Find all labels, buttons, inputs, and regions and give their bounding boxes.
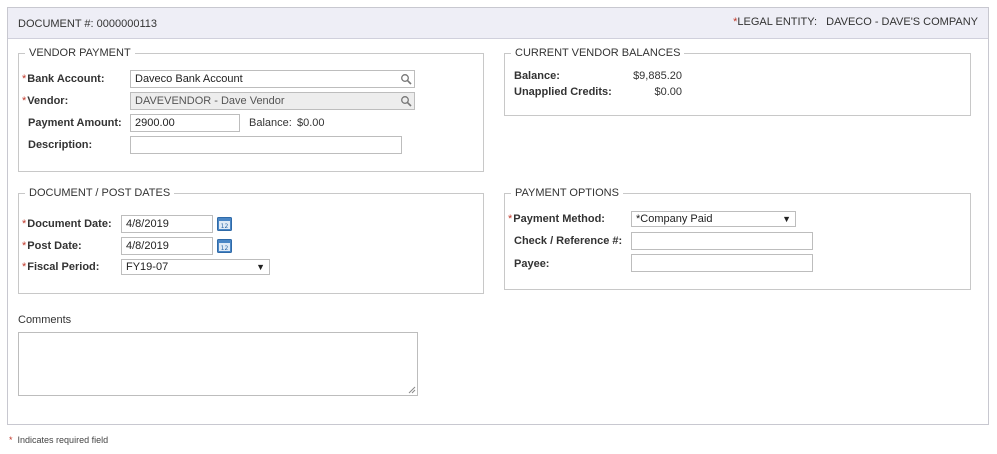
post-date-label: *Post Date: [22, 240, 82, 252]
search-icon[interactable] [400, 95, 412, 107]
comments-textarea[interactable] [18, 332, 418, 396]
legal-entity-value: DAVECO - DAVE'S COMPANY [826, 16, 978, 28]
chevron-down-icon: ▼ [256, 262, 265, 272]
payment-amount-label: Payment Amount: [28, 117, 122, 129]
payee-input[interactable] [631, 254, 813, 272]
post-date-label-text: Post Date: [27, 240, 82, 252]
document-number-value: 0000000113 [96, 18, 158, 30]
svg-text:12: 12 [221, 245, 229, 252]
cvb-balance-label: Balance: [514, 70, 560, 82]
fiscal-period-label: *Fiscal Period: [22, 261, 99, 273]
payment-method-label-text: Payment Method: [513, 213, 605, 225]
current-vendor-balances-legend: CURRENT VENDOR BALANCES [515, 47, 681, 59]
check-reference-label: Check / Reference #: [514, 235, 623, 247]
comments-label: Comments [18, 314, 72, 326]
fiscal-period-label-text: Fiscal Period: [27, 261, 100, 273]
required-marker: * [9, 435, 13, 445]
payment-method-label: *Payment Method: [508, 213, 605, 225]
vendor-label-text: Vendor: [27, 95, 69, 107]
document-number-line: DOCUMENT #: 0000000113 [18, 18, 157, 30]
svg-text:12: 12 [221, 223, 229, 230]
bank-account-label-text: Bank Account: [27, 73, 105, 85]
post-date-input[interactable]: 4/8/2019 [121, 237, 213, 255]
required-marker: * [22, 261, 27, 273]
legal-entity-line: *LEGAL ENTITY: DAVECO - DAVE'S COMPANY [733, 16, 978, 28]
document-date-label: *Document Date: [22, 218, 112, 230]
payment-options-legend: PAYMENT OPTIONS [515, 187, 619, 199]
document-post-dates-legend: DOCUMENT / POST DATES [29, 187, 171, 199]
bank-account-value: Daveco Bank Account [135, 73, 243, 85]
payment-method-value: *Company Paid [636, 213, 713, 225]
required-marker: * [22, 95, 27, 107]
calendar-icon[interactable]: 12 [217, 216, 232, 231]
required-field-note-text: Indicates required field [17, 435, 109, 445]
unapplied-credits-value: $0.00 [654, 86, 682, 98]
document-date-input[interactable]: 4/8/2019 [121, 215, 213, 233]
search-icon[interactable] [400, 73, 412, 85]
resize-handle-icon[interactable] [408, 386, 416, 394]
description-label: Description: [28, 139, 93, 151]
cvb-balance-value: $9,885.20 [633, 70, 682, 82]
document-number-label: DOCUMENT #: [18, 18, 94, 30]
unapplied-credits-label: Unapplied Credits: [514, 86, 612, 98]
document-post-dates-section: DOCUMENT / POST DATES [18, 187, 484, 294]
payee-label: Payee: [514, 258, 550, 270]
document-date-label-text: Document Date: [27, 218, 112, 230]
chevron-down-icon: ▼ [782, 214, 791, 224]
payment-method-select[interactable]: *Company Paid ▼ [631, 211, 796, 227]
payment-amount-input[interactable]: 2900.00 [130, 114, 240, 132]
vendor-label: *Vendor: [22, 95, 68, 107]
bank-account-field[interactable]: Daveco Bank Account [130, 70, 415, 88]
required-field-note: * Indicates required field [9, 435, 108, 445]
document-header: DOCUMENT #: 0000000113 *LEGAL ENTITY: DA… [8, 8, 988, 39]
required-marker: * [22, 73, 27, 85]
fiscal-period-value: FY19-07 [126, 261, 169, 273]
required-marker: * [22, 218, 27, 230]
required-marker: * [22, 240, 27, 252]
vendor-field[interactable]: DAVEVENDOR - Dave Vendor [130, 92, 415, 110]
calendar-icon[interactable]: 12 [217, 238, 232, 253]
required-marker: * [508, 213, 513, 225]
bank-account-label: *Bank Account: [22, 73, 105, 85]
current-vendor-balances-section: CURRENT VENDOR BALANCES [504, 47, 971, 116]
vendor-payment-legend: VENDOR PAYMENT [29, 47, 131, 59]
description-input[interactable] [130, 136, 402, 154]
payment-balance-label: Balance: [249, 117, 292, 129]
check-reference-input[interactable] [631, 232, 813, 250]
fiscal-period-select[interactable]: FY19-07 ▼ [121, 259, 270, 275]
vendor-value: DAVEVENDOR - Dave Vendor [135, 95, 285, 107]
payment-balance-value: $0.00 [297, 117, 325, 129]
legal-entity-label: LEGAL ENTITY: [737, 16, 818, 28]
